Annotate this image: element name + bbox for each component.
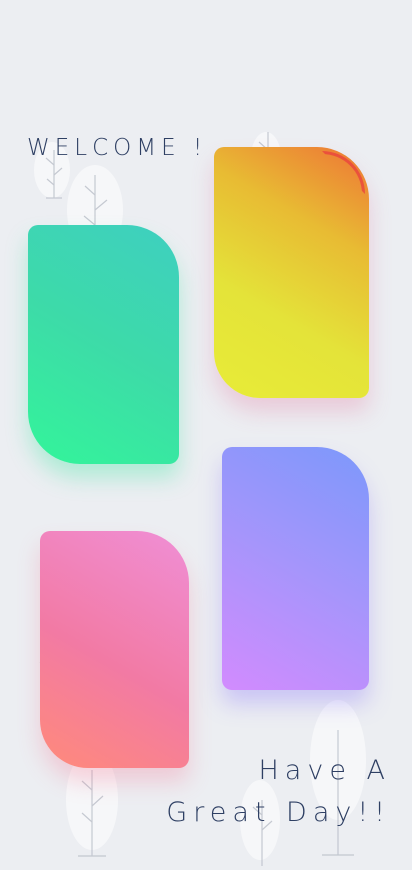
yellow-card[interactable] — [214, 147, 369, 398]
purple-card[interactable] — [222, 447, 369, 690]
welcome-heading: WELCOME ! — [27, 135, 208, 161]
greeting-message: Have A Great Day!! — [166, 750, 391, 834]
green-card[interactable] — [28, 225, 179, 464]
greeting-line-1: Have A — [258, 755, 391, 786]
greeting-line-2: Great Day!! — [166, 797, 391, 828]
pink-card[interactable] — [40, 531, 189, 768]
